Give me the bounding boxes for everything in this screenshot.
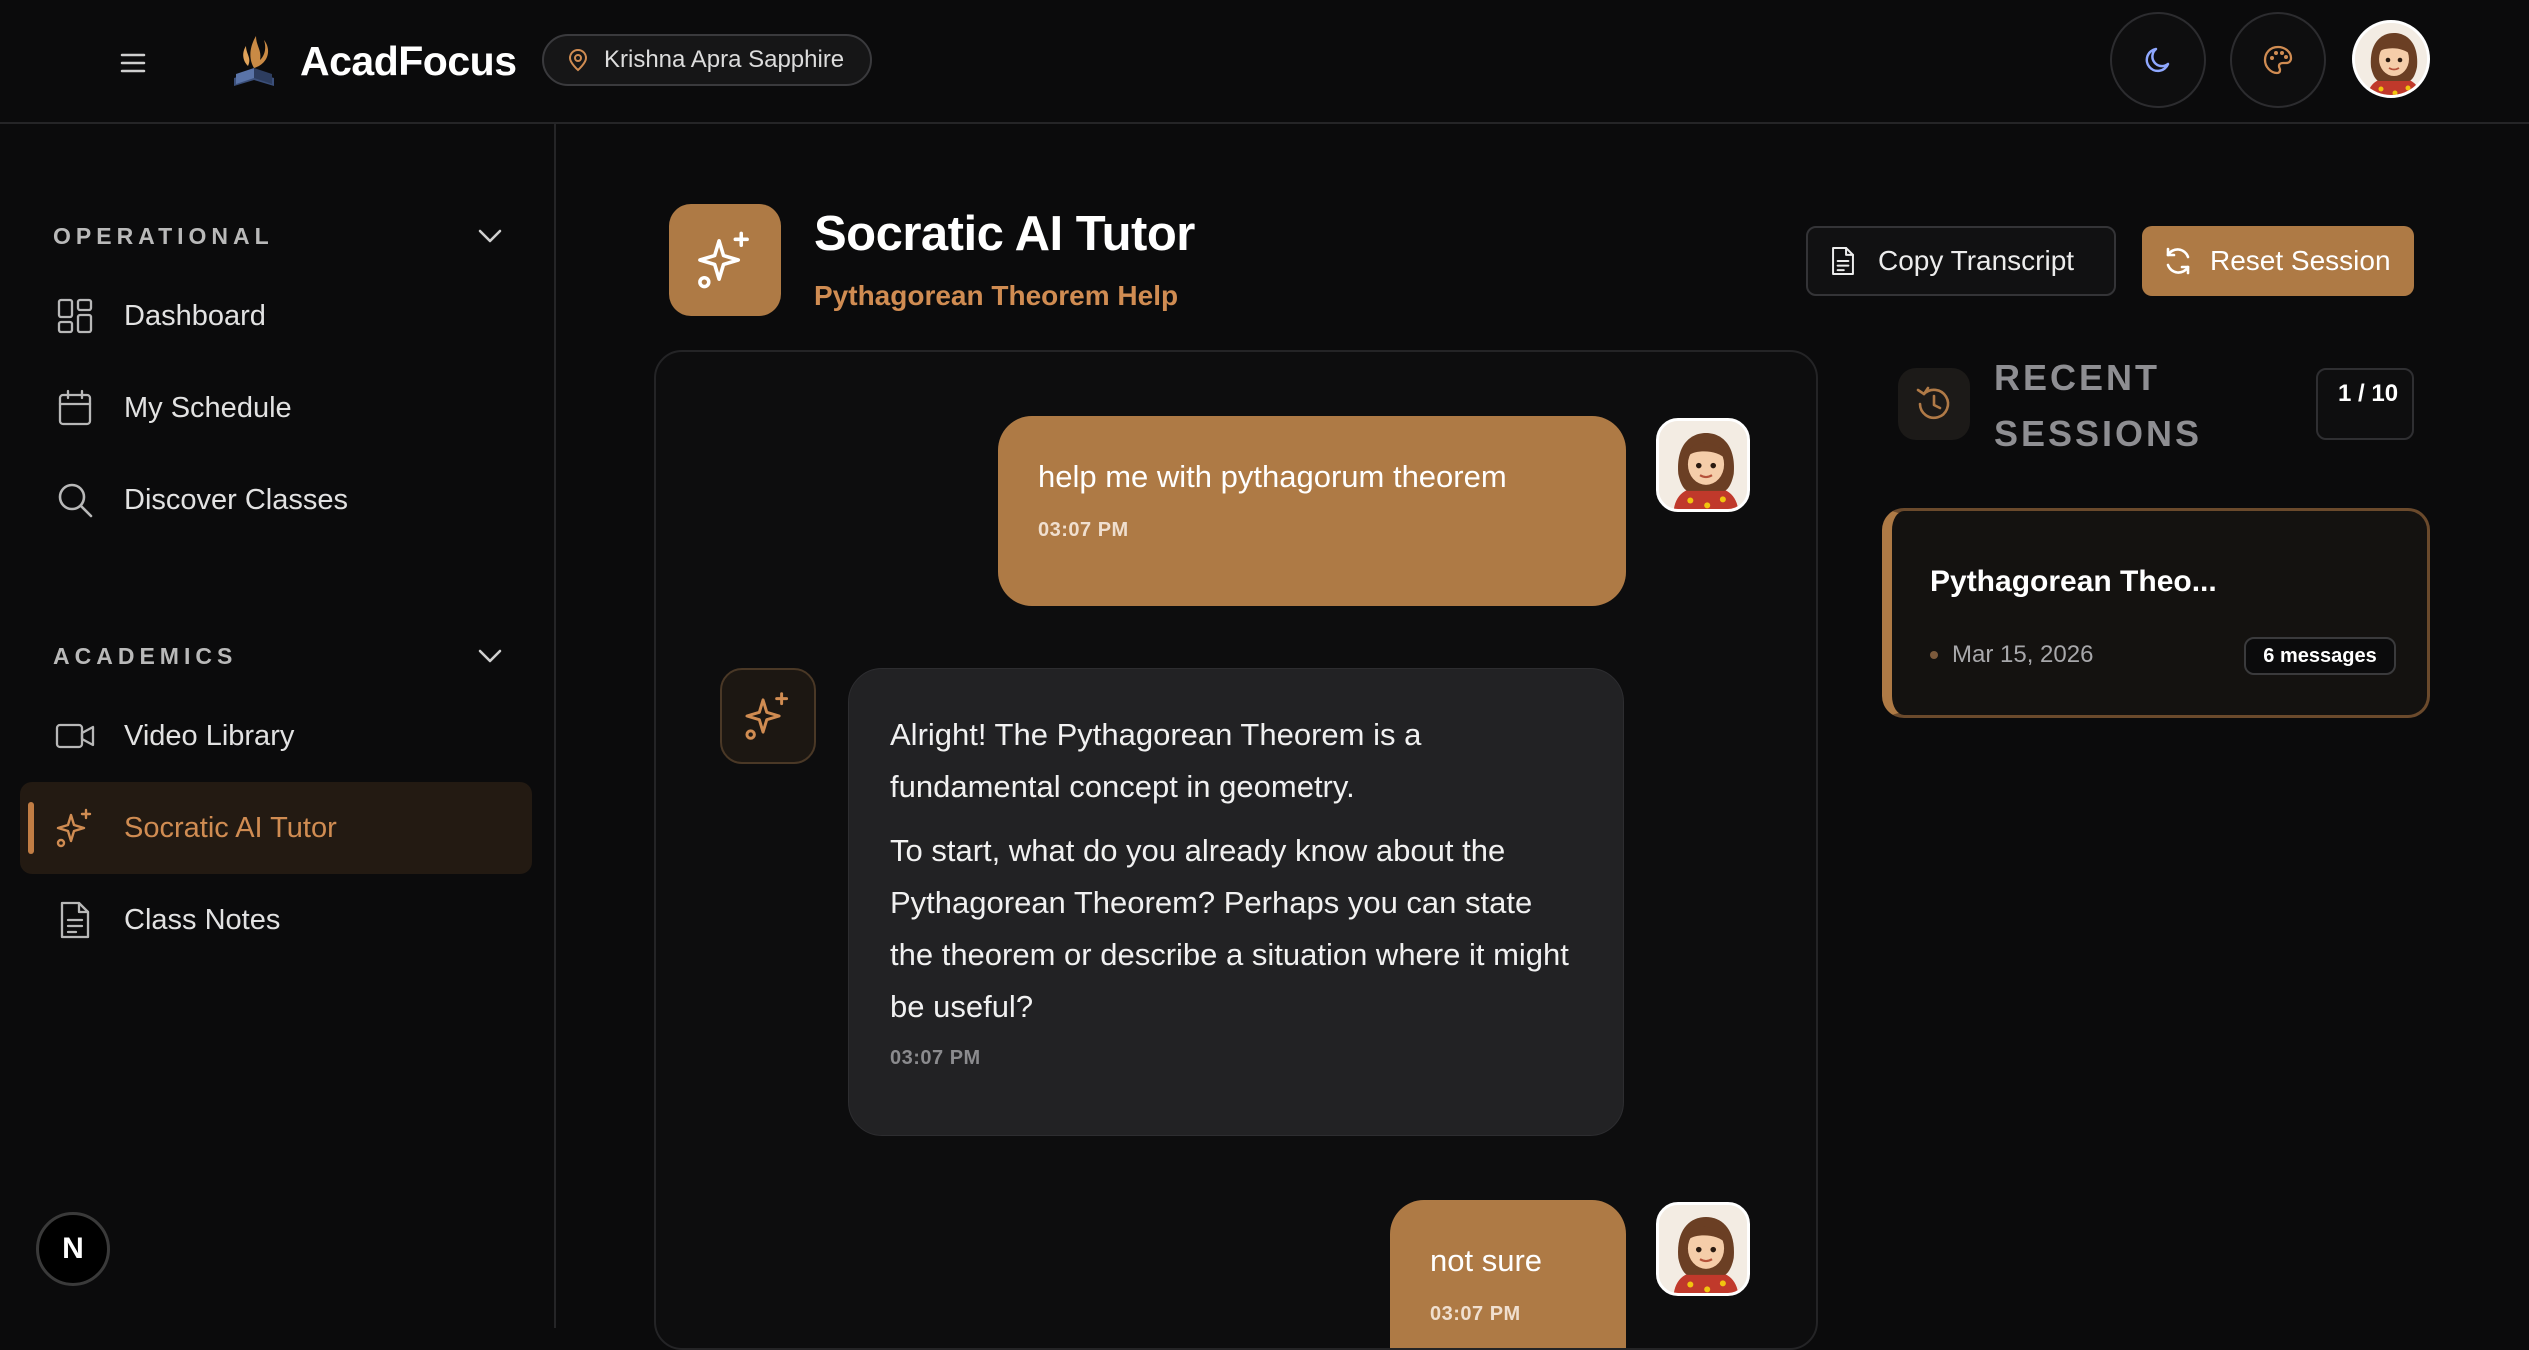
page-title: Socratic AI Tutor bbox=[814, 207, 1195, 261]
document-icon bbox=[1830, 245, 1856, 277]
section-operational-toggle[interactable]: OPERATIONAL bbox=[53, 216, 503, 256]
session-date-row: Mar 15, 2026 bbox=[1930, 641, 2093, 669]
recent-sessions-title: RECENT SESSIONS bbox=[1994, 357, 2203, 454]
dashboard-icon bbox=[54, 295, 96, 337]
top-header: AcadFocus Krishna Apra Sapphire bbox=[0, 0, 2529, 124]
history-icon bbox=[1898, 368, 1970, 440]
copy-transcript-label: Copy Transcript bbox=[1878, 245, 2075, 276]
sidebar-item-class-notes[interactable]: Class Notes bbox=[20, 874, 532, 966]
user-chat-avatar bbox=[1656, 1202, 1750, 1296]
ai-avatar-sparkles-icon bbox=[720, 668, 816, 764]
theme-toggle-button[interactable] bbox=[2110, 12, 2206, 108]
sparkles-icon bbox=[54, 807, 96, 849]
chevron-down-icon bbox=[477, 228, 503, 244]
reset-session-label: Reset Session bbox=[2210, 245, 2391, 276]
chevron-down-icon bbox=[477, 648, 503, 664]
sidebar-item-my-schedule[interactable]: My Schedule bbox=[20, 362, 532, 454]
page-subtitle: Pythagorean Theorem Help bbox=[814, 280, 1179, 311]
sidebar: OPERATIONAL Dashboard My Schedule Discov… bbox=[0, 124, 556, 1328]
sidebar-item-discover-classes[interactable]: Discover Classes bbox=[20, 454, 532, 546]
sidebar-item-label: Discover Classes bbox=[124, 483, 348, 516]
refresh-icon bbox=[2162, 245, 2194, 277]
sidebar-item-socratic-ai-tutor[interactable]: Socratic AI Tutor bbox=[20, 782, 532, 874]
location-selector[interactable]: Krishna Apra Sapphire bbox=[542, 34, 872, 86]
location-label: Krishna Apra Sapphire bbox=[604, 46, 845, 73]
moon-icon bbox=[2142, 44, 2174, 76]
sidebar-item-label: Class Notes bbox=[124, 903, 281, 936]
app-name[interactable]: AcadFocus bbox=[300, 34, 517, 88]
message-time: 03:07 PM bbox=[1430, 1303, 1521, 1326]
chat-panel: help me with pythagorum theorem 03:07 PM… bbox=[654, 350, 1818, 1350]
message-text: help me with pythagorum theorem bbox=[1038, 459, 1507, 494]
session-count-badge: 1 / 10 bbox=[2316, 368, 2414, 440]
session-card[interactable]: Pythagorean Theo... Mar 15, 2026 6 messa… bbox=[1882, 508, 2430, 718]
app-logo-icon[interactable] bbox=[226, 28, 282, 90]
message-paragraph: To start, what do you already know about… bbox=[890, 833, 1569, 1024]
sidebar-item-label: Dashboard bbox=[124, 299, 266, 332]
dev-tools-badge[interactable]: N bbox=[36, 1212, 110, 1286]
copy-transcript-button[interactable]: Copy Transcript bbox=[1806, 226, 2116, 296]
sidebar-item-video-library[interactable]: Video Library bbox=[20, 690, 532, 782]
sidebar-item-label: My Schedule bbox=[124, 391, 292, 424]
tutor-sparkles-icon bbox=[669, 204, 781, 316]
search-icon bbox=[54, 479, 96, 521]
document-icon bbox=[54, 899, 96, 941]
menu-icon[interactable] bbox=[104, 34, 162, 92]
palette-icon bbox=[2262, 44, 2294, 76]
message-text: not sure bbox=[1430, 1243, 1543, 1278]
video-icon bbox=[54, 715, 96, 757]
message-count-badge: 6 messages bbox=[2244, 637, 2396, 675]
user-avatar[interactable] bbox=[2352, 20, 2430, 98]
message-time: 03:07 PM bbox=[890, 1047, 981, 1069]
sidebar-item-dashboard[interactable]: Dashboard bbox=[20, 270, 532, 362]
user-chat-avatar bbox=[1656, 418, 1750, 512]
session-title: Pythagorean Theo... bbox=[1930, 565, 2217, 598]
palette-button[interactable] bbox=[2230, 12, 2326, 108]
calendar-icon bbox=[54, 387, 96, 429]
sidebar-item-label: Video Library bbox=[124, 719, 295, 752]
location-pin-icon bbox=[568, 48, 588, 72]
session-date: Mar 15, 2026 bbox=[1952, 641, 2094, 668]
section-title: ACADEMICS bbox=[53, 642, 238, 669]
message-time: 03:07 PM bbox=[1038, 519, 1129, 542]
message-paragraph: Alright! The Pythagorean Theorem is a fu… bbox=[890, 717, 1422, 804]
user-message: help me with pythagorum theorem 03:07 PM bbox=[998, 416, 1626, 606]
section-title: OPERATIONAL bbox=[53, 222, 274, 249]
ai-message: Alright! The Pythagorean Theorem is a fu… bbox=[848, 668, 1624, 1136]
dot-icon bbox=[1930, 651, 1938, 659]
reset-session-button[interactable]: Reset Session bbox=[2142, 226, 2414, 296]
sidebar-item-label: Socratic AI Tutor bbox=[124, 811, 337, 844]
section-academics-toggle[interactable]: ACADEMICS bbox=[53, 636, 503, 676]
